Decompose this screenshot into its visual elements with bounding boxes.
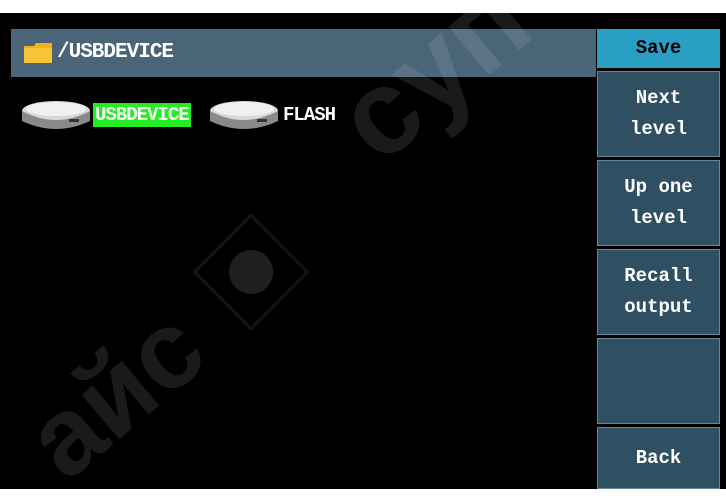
file-browser: USBDEVICE FLASH xyxy=(11,77,596,489)
watermark-logo-icon xyxy=(192,213,310,331)
up-one-level-label-line1: Up one xyxy=(624,176,693,198)
recall-output-label-line1: Recall xyxy=(624,265,693,287)
next-level-label-line2: level xyxy=(629,118,687,140)
back-button[interactable]: Back xyxy=(597,427,720,489)
drive-label: FLASH xyxy=(283,104,336,126)
softkey-menu: Save Next level Up one level Recall outp… xyxy=(597,29,720,489)
up-one-level-label-line2: level xyxy=(629,207,687,229)
drive-icon xyxy=(210,101,278,129)
current-path: /USBDEVICE xyxy=(57,41,174,64)
recall-output-button[interactable]: Recall output xyxy=(597,249,720,335)
up-one-level-button[interactable]: Up one level xyxy=(597,160,720,246)
drive-icon xyxy=(22,101,90,129)
drive-label: USBDEVICE xyxy=(93,103,191,127)
drive-item-flash[interactable]: FLASH xyxy=(207,97,337,133)
folder-icon xyxy=(24,43,52,63)
drive-item-usbdevice[interactable]: USBDEVICE xyxy=(19,97,191,133)
empty-softkey[interactable] xyxy=(597,338,720,424)
next-level-label-line1: Next xyxy=(635,87,682,109)
device-screen: /USBDEVICE USBDEVICE FLASH Save Next lev… xyxy=(0,13,726,489)
recall-output-label-line2: output xyxy=(624,296,693,318)
save-button[interactable]: Save xyxy=(597,29,720,68)
next-level-button[interactable]: Next level xyxy=(597,71,720,157)
path-bar: /USBDEVICE xyxy=(11,29,596,77)
